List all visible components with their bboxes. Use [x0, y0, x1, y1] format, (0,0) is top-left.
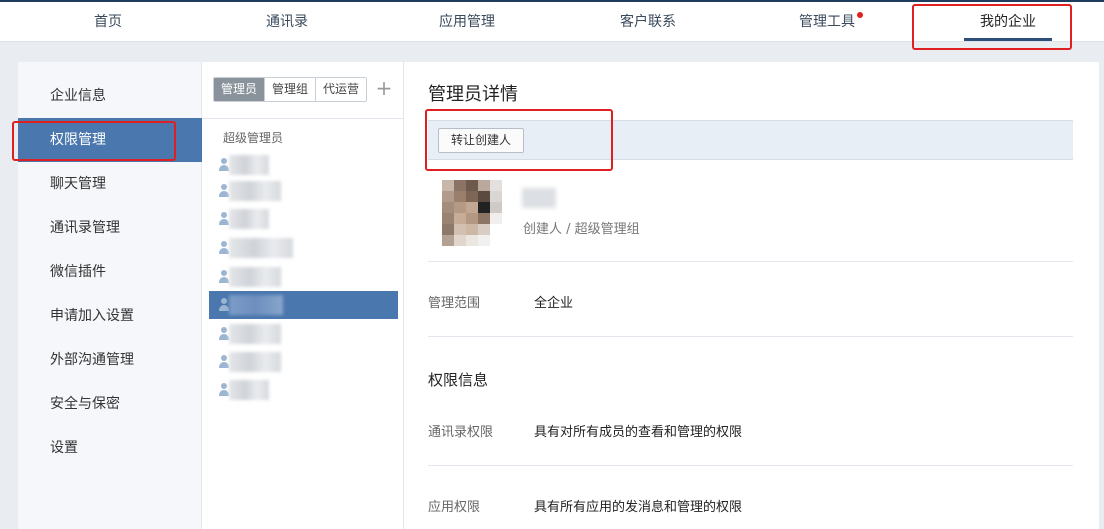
- sidebar-item-external-communication[interactable]: 外部沟通管理: [18, 338, 202, 382]
- person-icon: [219, 158, 229, 172]
- page-title: 管理员详情: [428, 84, 518, 105]
- person-icon: [219, 270, 229, 284]
- redacted-name: [229, 295, 283, 315]
- contacts-permission-label: 通讯录权限: [428, 425, 494, 440]
- admin-row-selected[interactable]: [209, 291, 398, 319]
- contacts-permission-value: 具有对所有成员的查看和管理的权限: [534, 425, 743, 440]
- app-permission-value: 具有所有应用的发消息和管理的权限: [534, 500, 743, 515]
- redacted-name: [229, 380, 269, 400]
- redacted-name: [229, 181, 281, 201]
- person-icon: [219, 327, 229, 341]
- person-icon: [219, 383, 229, 397]
- notification-dot: [857, 12, 863, 18]
- person-icon: [219, 298, 229, 312]
- admin-list-panel: 管理员 管理组 代运营 + 超级管理员: [203, 62, 404, 529]
- redacted-name: [229, 209, 269, 229]
- sidebar-item-enterprise-info[interactable]: 企业信息: [18, 74, 202, 118]
- redacted-admin-name: [522, 188, 556, 208]
- nav-home[interactable]: 首页: [72, 2, 144, 42]
- divider: [428, 261, 1073, 262]
- redacted-name: [229, 324, 281, 344]
- admin-row[interactable]: [209, 205, 398, 233]
- super-admin-label: 超级管理员: [223, 131, 284, 145]
- avatar: [442, 180, 502, 246]
- admin-row[interactable]: [209, 151, 398, 179]
- admin-row[interactable]: [209, 263, 398, 291]
- admin-role: 创建人 / 超级管理组: [523, 222, 640, 237]
- main-panel: 企业信息 权限管理 聊天管理 通讯录管理 微信插件 申请加入设置 外部沟通管理 …: [12, 62, 1099, 529]
- permissions-section-title: 权限信息: [428, 371, 489, 389]
- highlight-box-sidebar: [12, 121, 176, 161]
- divider: [428, 465, 1073, 466]
- redacted-name: [229, 352, 281, 372]
- sidebar-item-contacts-management[interactable]: 通讯录管理: [18, 206, 202, 250]
- divider: [203, 118, 404, 119]
- redacted-name: [229, 155, 269, 175]
- admin-row[interactable]: [209, 376, 398, 404]
- admin-row[interactable]: [209, 348, 398, 376]
- person-icon: [219, 184, 229, 198]
- person-icon: [219, 355, 229, 369]
- admin-row[interactable]: [209, 177, 398, 205]
- highlight-box-nav: [912, 4, 1072, 50]
- nav-customer-contact[interactable]: 客户联系: [605, 2, 691, 42]
- admin-type-tabs: 管理员 管理组 代运营: [213, 77, 368, 102]
- nav-contacts[interactable]: 通讯录: [251, 2, 323, 42]
- tab-admins[interactable]: 管理员: [214, 78, 266, 101]
- nav-app-management[interactable]: 应用管理: [424, 2, 510, 42]
- scope-label: 管理范围: [428, 296, 481, 311]
- scope-value: 全企业: [534, 296, 574, 311]
- divider: [428, 336, 1073, 337]
- redacted-name: [229, 238, 293, 258]
- plus-icon[interactable]: +: [375, 77, 393, 99]
- app-permission-label: 应用权限: [428, 500, 481, 515]
- sidebar-item-wechat-plugin[interactable]: 微信插件: [18, 250, 202, 294]
- admin-row[interactable]: [209, 234, 398, 262]
- person-icon: [219, 241, 229, 255]
- highlight-box-toolbar: [425, 109, 613, 171]
- person-icon: [219, 212, 229, 226]
- nav-management-tools[interactable]: 管理工具: [784, 2, 870, 42]
- redacted-name: [229, 267, 281, 287]
- sidebar-item-join-settings[interactable]: 申请加入设置: [18, 294, 202, 338]
- sidebar-item-chat-management[interactable]: 聊天管理: [18, 162, 202, 206]
- tab-agency[interactable]: 代运营: [316, 78, 367, 101]
- sidebar-item-settings[interactable]: 设置: [18, 426, 202, 470]
- admin-row[interactable]: [209, 320, 398, 348]
- tab-admin-groups[interactable]: 管理组: [265, 78, 317, 101]
- admin-detail-panel: 管理员详情 转让创建人 创建人 / 超级管理组 管理范围 全企业 权限信息 通讯…: [405, 62, 1099, 529]
- sidebar-item-security[interactable]: 安全与保密: [18, 382, 202, 426]
